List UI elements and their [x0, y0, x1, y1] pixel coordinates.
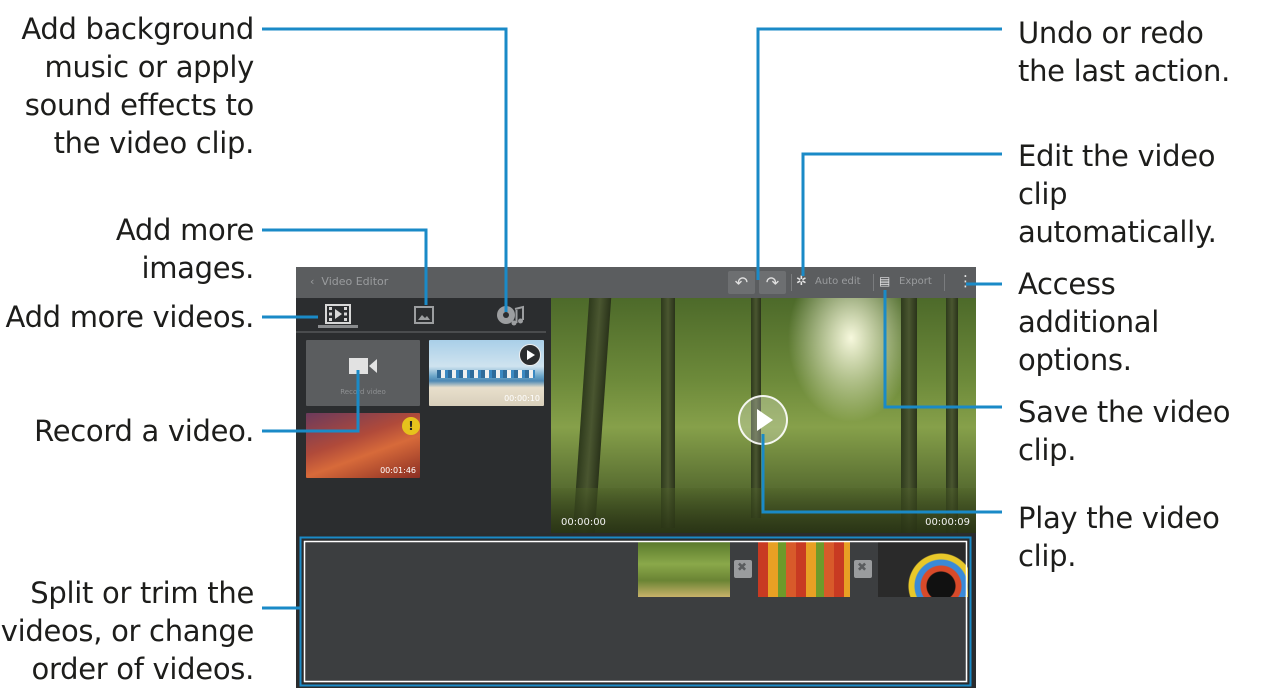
- forest-floor: [551, 488, 976, 533]
- clip2-duration: 00:01:46: [380, 466, 416, 475]
- auto-edit-button[interactable]: Auto edit: [815, 276, 861, 287]
- undo-icon: ↶: [734, 273, 749, 292]
- camera-icon: [349, 358, 377, 374]
- music-tab-icon: [497, 305, 524, 326]
- media-tabs: [296, 298, 546, 333]
- overflow-menu-icon[interactable]: ⋮: [958, 272, 973, 290]
- warning-icon: !: [402, 417, 420, 435]
- transition-icon[interactable]: [734, 560, 752, 578]
- callout-videos: Add more videos.: [0, 298, 255, 336]
- callout-save: Save the video clip.: [1018, 393, 1266, 469]
- callout-play: Play the video clip.: [1018, 499, 1266, 575]
- callout-record: Record a video.: [0, 412, 254, 450]
- callout-record-text: Record a video.: [34, 414, 254, 448]
- callout-undo-text: Undo or redo the last action.: [1018, 16, 1231, 88]
- video-preview[interactable]: 00:00:00 00:00:09: [551, 298, 976, 533]
- callout-videos-text: Add more videos.: [5, 300, 255, 334]
- redo-icon: ↷: [765, 273, 780, 292]
- callout-music: Add background music or apply sound effe…: [0, 10, 254, 162]
- divider: [791, 274, 792, 291]
- transition-icon[interactable]: [854, 560, 872, 578]
- callout-music-text: Add background music or apply sound effe…: [21, 12, 254, 160]
- callout-split: Split or trim the videos, or change orde…: [0, 574, 255, 688]
- divider: [873, 274, 874, 291]
- record-video-label: Record video: [340, 388, 386, 396]
- timeline-clip-forest[interactable]: [638, 542, 730, 597]
- callout-save-text: Save the video clip.: [1018, 395, 1231, 467]
- callout-play-text: Play the video clip.: [1018, 501, 1220, 573]
- video-thumb-beach[interactable]: 00:00:10: [429, 340, 544, 406]
- redo-button[interactable]: ↷: [759, 271, 786, 294]
- action-bar: ‹ Video Editor ↶ ↷ ✲ Auto edit ▤ Export …: [296, 267, 976, 298]
- clip1-duration: 00:00:10: [504, 394, 540, 403]
- preview-time-start: 00:00:00: [561, 517, 606, 528]
- timeline-storyboard[interactable]: [304, 542, 968, 683]
- app-title-text: Video Editor: [321, 275, 389, 288]
- callout-auto-edit: Edit the video clip automatically.: [1018, 137, 1258, 251]
- export-button[interactable]: Export: [899, 276, 932, 287]
- image-tab-icon: [414, 306, 434, 324]
- timeline-clip-fruit[interactable]: [758, 542, 850, 597]
- callout-options: Access additional options.: [1018, 265, 1258, 379]
- media-library: Record video 00:00:10 ! 00:01:46: [296, 298, 551, 533]
- callout-options-text: Access additional options.: [1018, 267, 1160, 377]
- tab-videos[interactable]: [318, 302, 358, 328]
- export-icon[interactable]: ▤: [879, 274, 890, 288]
- callout-images-text: Add more images.: [115, 213, 254, 285]
- auto-edit-icon[interactable]: ✲: [796, 274, 807, 289]
- preview-time-end: 00:00:09: [925, 517, 970, 528]
- beach-detail: [437, 370, 535, 378]
- callout-undo: Undo or redo the last action.: [1018, 14, 1258, 90]
- divider: [944, 274, 945, 291]
- video-editor-screen: ‹ Video Editor ↶ ↷ ✲ Auto edit ▤ Export …: [296, 267, 976, 688]
- undo-button[interactable]: ↶: [728, 271, 755, 294]
- video-tab-icon: [325, 303, 351, 324]
- callout-images: Add more images.: [0, 211, 254, 287]
- callout-split-text: Split or trim the videos, or change orde…: [0, 576, 255, 686]
- app-title[interactable]: ‹ Video Editor: [310, 275, 388, 288]
- timeline-clip-abstract[interactable]: [878, 542, 968, 597]
- callout-auto-edit-text: Edit the video clip automatically.: [1018, 139, 1217, 249]
- video-thumb-canyon[interactable]: ! 00:01:46: [306, 413, 420, 478]
- play-button[interactable]: [738, 395, 788, 445]
- play-icon: [519, 344, 541, 366]
- tab-music[interactable]: [490, 302, 530, 328]
- tab-images[interactable]: [404, 302, 444, 328]
- record-video-button[interactable]: Record video: [306, 340, 420, 406]
